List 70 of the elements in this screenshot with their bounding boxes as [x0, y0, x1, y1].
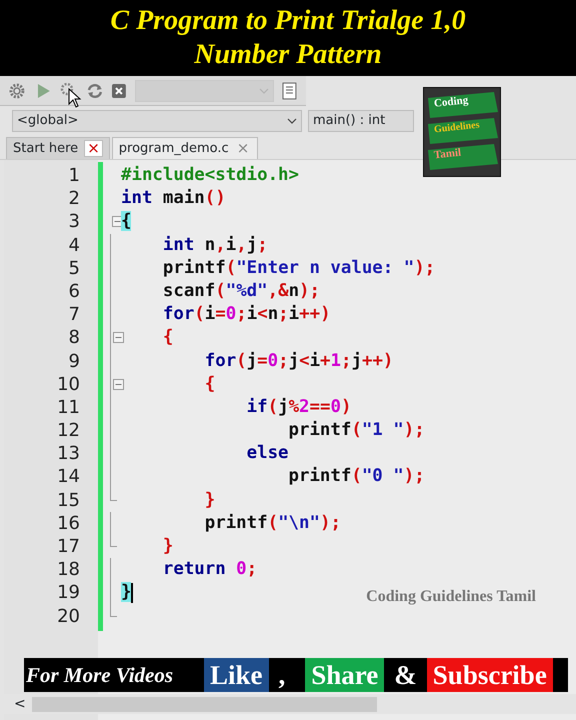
code-line: for(j=0;j<i+1;j++): [204, 350, 394, 370]
line-number: 20: [56, 604, 81, 628]
logo-text: Coding: [433, 94, 469, 110]
line-number: 13: [56, 442, 81, 466]
code-line: return 0;: [162, 559, 258, 580]
line-number: 2: [68, 187, 81, 210]
code-line: printf("\n");: [204, 512, 341, 533]
line-number: 4: [68, 234, 81, 257]
fold-toggle-icon[interactable]: [113, 332, 124, 344]
code-line: if(j%2==0): [246, 396, 352, 417]
code-line: else: [246, 443, 289, 464]
line-number: 5: [68, 256, 81, 280]
editor-tab[interactable]: program_demo.c ×: [112, 137, 258, 159]
refresh-icon[interactable]: [86, 82, 104, 100]
mouse-pointer-icon: [68, 88, 82, 108]
banner-text: Share: [305, 658, 384, 692]
scrollbar-thumb[interactable]: [32, 696, 377, 712]
function-dropdown[interactable]: main() : int: [308, 110, 414, 132]
line-number: 3: [68, 210, 81, 234]
logo-text: Tamil: [433, 146, 462, 162]
code-line: printf("0 ");: [288, 466, 425, 486]
video-title: Number Pattern: [194, 38, 382, 72]
close-icon[interactable]: [111, 82, 128, 98]
line-number: 16: [56, 512, 81, 535]
code-line: }: [162, 536, 174, 556]
code-line: int main(): [121, 188, 226, 208]
banner-text: Like: [204, 658, 269, 692]
code-line: int n,i,j;: [162, 234, 268, 255]
line-number: 6: [68, 280, 81, 304]
caret-icon: [287, 118, 297, 124]
code-line: {: [162, 327, 174, 348]
watermark-text: Coding Guidelines Tamil: [366, 588, 536, 606]
code-line: printf("Enter n value: ");: [162, 258, 436, 278]
code-line: for(i=0;i<n;i++): [162, 304, 331, 324]
line-number: 19: [56, 581, 81, 605]
fold-toggle-icon[interactable]: [113, 378, 124, 390]
banner-text: For More Videos: [25, 662, 174, 688]
scope-dropdown[interactable]: <global>: [12, 110, 302, 132]
line-number: 11: [56, 396, 81, 420]
code-line: scanf("%d",&n);: [162, 280, 320, 301]
code-line: printf("1 ");: [288, 420, 425, 440]
line-number: 7: [68, 303, 81, 326]
scroll-left-arrow[interactable]: <: [14, 694, 26, 714]
gear-icon[interactable]: [8, 82, 26, 100]
banner-text: &: [393, 658, 418, 692]
video-title: C Program to Print Trialge 1,0: [110, 4, 466, 38]
line-number: 1: [68, 164, 81, 188]
logo-text: Guidelines: [434, 120, 480, 136]
line-number: 18: [56, 558, 81, 582]
line-number: 8: [68, 326, 81, 350]
tab-label: program_demo.c: [118, 140, 229, 158]
editor-tab[interactable]: Start here ×: [6, 137, 110, 159]
tab-close-button[interactable]: ×: [84, 140, 103, 157]
line-number: 15: [56, 488, 81, 512]
line-number: 14: [56, 465, 81, 489]
tab-label: Start here: [13, 140, 78, 158]
fold-toggle-icon[interactable]: [112, 216, 123, 228]
banner-text: Subscribe: [426, 658, 553, 692]
line-number: 9: [68, 350, 81, 373]
document-icon[interactable]: [282, 82, 298, 100]
code-line: {: [204, 374, 216, 394]
code-line: }: [204, 490, 216, 510]
caret-icon: [259, 88, 270, 94]
line-number: 10: [56, 372, 81, 396]
scope-text: <global>: [17, 112, 78, 130]
line-number: 17: [56, 535, 81, 558]
function-text: main() : int: [313, 112, 386, 130]
code-line: #include<stdio.h>: [121, 165, 299, 185]
line-number: 12: [56, 419, 81, 442]
banner-text: ,: [278, 658, 286, 692]
